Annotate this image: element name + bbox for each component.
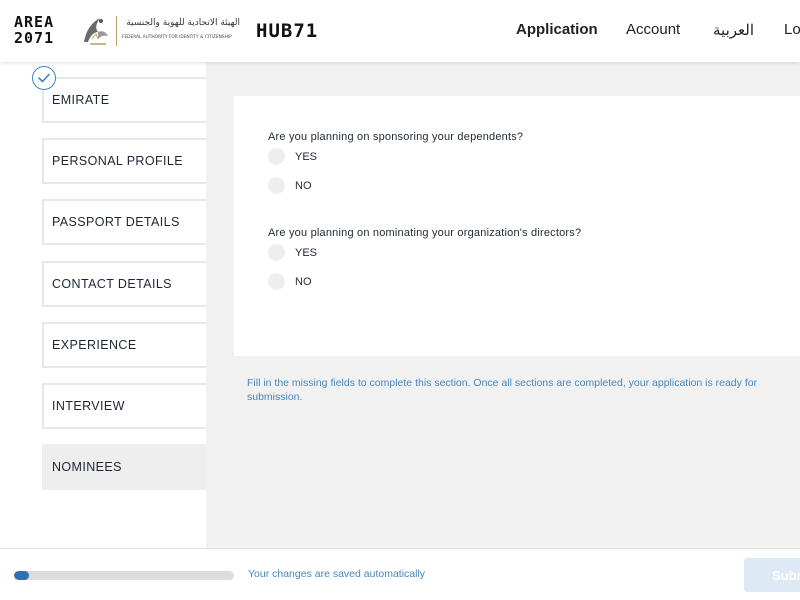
area-logo-line2: 2071	[14, 29, 55, 47]
nav-account[interactable]: Account	[626, 21, 680, 38]
autosave-status: Your changes are saved automatically	[248, 568, 426, 580]
radio-option-sponsor-yes[interactable]: YES	[268, 148, 317, 165]
step-nominees[interactable]: NOMINEES	[42, 444, 206, 490]
step-completed-check-icon	[32, 66, 56, 90]
radio-label: YES	[295, 246, 318, 259]
check-icon	[38, 73, 50, 83]
area-logo-line1: AREA	[14, 13, 55, 31]
step-interview[interactable]: INTERVIEW	[42, 383, 206, 429]
radio-label: YES	[295, 150, 318, 163]
submit-label: Subm	[772, 567, 800, 583]
radio-option-sponsor-no[interactable]: NO	[268, 177, 312, 194]
progress-fill	[14, 571, 30, 580]
authority-name-arabic: الهيئة الاتحادية للهوية والجنسية	[126, 18, 240, 28]
step-label: EXPERIENCE	[52, 338, 137, 352]
top-header: AREA 2071 الهيئة الاتحادية للهوية والجنس…	[0, 0, 800, 62]
nav-language-arabic[interactable]: العربية	[713, 21, 754, 39]
question-sponsoring-dependents: Are you planning on sponsoring your depe…	[268, 131, 524, 143]
bottom-footer: Your changes are saved automatically Sub…	[0, 548, 800, 600]
radio-button[interactable]	[268, 148, 285, 165]
application-steps-sidebar: EMIRATE PERSONAL PROFILE PASSPORT DETAIL…	[0, 62, 206, 548]
section-hint-text: Fill in the missing fields to complete t…	[247, 377, 758, 403]
federal-authority-logo: الهيئة الاتحادية للهوية والجنسية FEDERAL…	[76, 12, 246, 52]
step-emirate[interactable]: EMIRATE	[42, 77, 206, 123]
step-experience[interactable]: EXPERIENCE	[42, 322, 206, 368]
application-progress-bar	[14, 571, 234, 580]
radio-button[interactable]	[268, 273, 285, 290]
radio-button[interactable]	[268, 244, 285, 261]
falcon-emblem-icon	[84, 18, 108, 45]
radio-button[interactable]	[268, 177, 285, 194]
submit-button[interactable]: Subm	[744, 558, 800, 592]
authority-name-english: FEDERAL AUTHORITY FOR IDENTITY & CITIZEN…	[122, 35, 232, 40]
step-contact-details[interactable]: CONTACT DETAILS	[42, 261, 206, 307]
step-label: EMIRATE	[52, 93, 110, 107]
hub71-logo[interactable]: HUB71	[256, 20, 318, 42]
step-label: CONTACT DETAILS	[52, 277, 172, 291]
step-label: INTERVIEW	[52, 399, 125, 413]
nav-logout[interactable]: Lo	[784, 21, 800, 38]
step-personal-profile[interactable]: PERSONAL PROFILE	[42, 138, 206, 184]
step-label: NOMINEES	[52, 460, 122, 474]
nav-application[interactable]: Application	[516, 21, 598, 38]
radio-label: NO	[295, 179, 312, 192]
radio-option-nominate-no[interactable]: NO	[268, 273, 312, 290]
step-passport-details[interactable]: PASSPORT DETAILS	[42, 199, 206, 245]
main-content: Are you planning on sponsoring your depe…	[206, 62, 800, 548]
question-nominating-directors: Are you planning on nominating your orga…	[268, 227, 582, 239]
step-label: PERSONAL PROFILE	[52, 154, 183, 168]
area-2071-logo[interactable]: AREA 2071	[14, 14, 56, 50]
step-label: PASSPORT DETAILS	[52, 215, 180, 229]
radio-label: NO	[295, 275, 312, 288]
radio-option-nominate-yes[interactable]: YES	[268, 244, 317, 261]
logo-divider	[116, 16, 117, 46]
nominees-form-card: Are you planning on sponsoring your depe…	[234, 96, 800, 356]
